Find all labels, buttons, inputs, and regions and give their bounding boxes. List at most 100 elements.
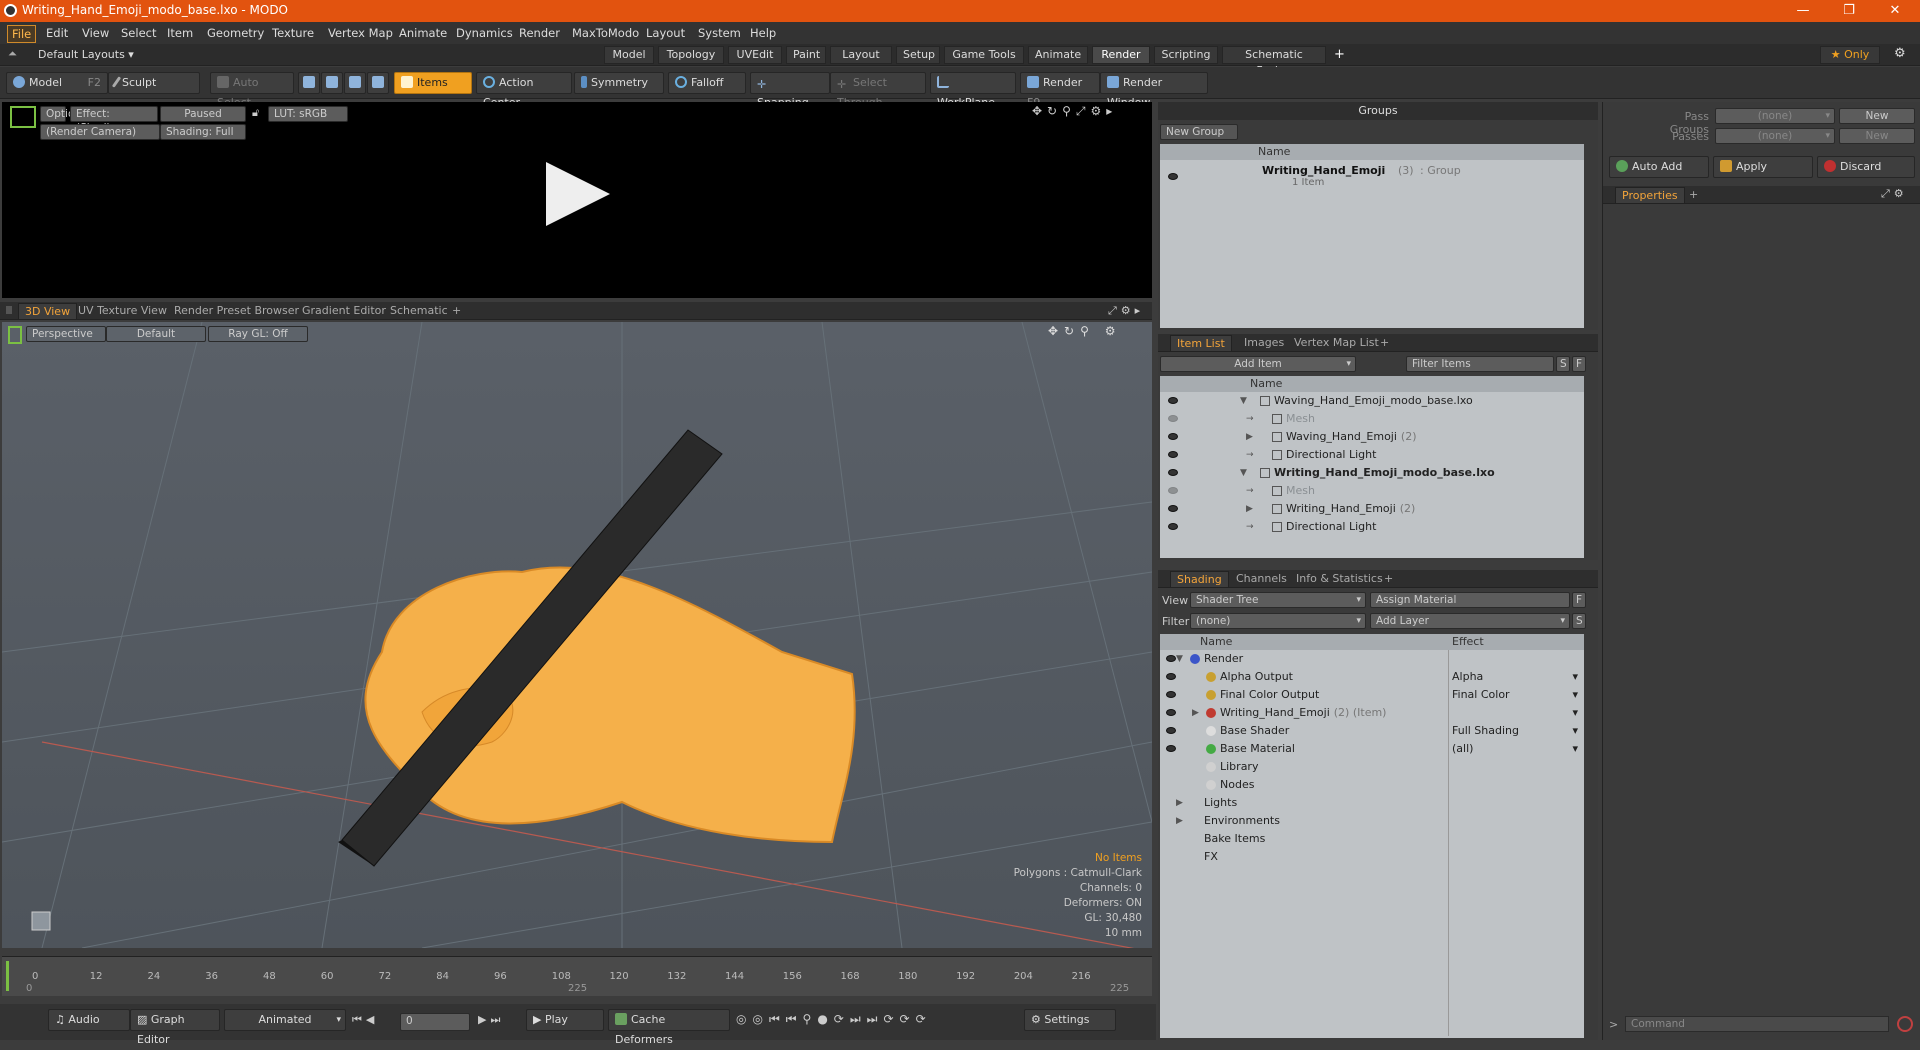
filter-items-input[interactable]: Filter Items [1406, 356, 1554, 372]
expand-arrow-icon[interactable]: ▼ [1240, 392, 1247, 410]
properties-panel-icons[interactable]: ⤢⚙ [1881, 187, 1908, 201]
tab-uv-texture-view[interactable]: UV Texture View [72, 303, 173, 319]
layout-collapse-icon[interactable]: ⏶ [8, 47, 17, 61]
pass-groups-dropdown[interactable]: (none) [1715, 108, 1835, 124]
expand-arrow-icon[interactable]: → [1246, 446, 1254, 464]
snapping-button[interactable]: ✛Snapping [750, 72, 830, 109]
group-name[interactable]: Writing_Hand_Emoji [1262, 164, 1385, 177]
new-pass-button[interactable]: New [1839, 128, 1915, 144]
add-itemlist-tab-button[interactable]: + [1374, 335, 1395, 351]
menu-select[interactable]: Select [117, 25, 160, 41]
discard-button[interactable]: Discard [1817, 156, 1915, 178]
polygons-mode-button[interactable] [344, 72, 366, 94]
render-window-button[interactable]: Render Window [1100, 72, 1208, 109]
maximize-button[interactable]: ❐ [1826, 0, 1872, 22]
eye-icon[interactable] [1166, 691, 1176, 698]
symmetry-button[interactable]: Symmetry [574, 72, 664, 94]
viewport-menu-icon[interactable] [6, 306, 12, 314]
eye-icon[interactable] [1166, 745, 1176, 752]
tab-shading[interactable]: Shading [1170, 571, 1229, 587]
view-dropdown[interactable]: Shader Tree [1190, 592, 1366, 608]
auto-select-button[interactable]: Auto Select [210, 72, 294, 109]
menu-vertex-map[interactable]: Vertex Map [324, 25, 397, 41]
menu-texture[interactable]: Texture [268, 25, 318, 41]
itemlist-f-button[interactable]: F [1572, 356, 1586, 372]
menu-maxtomodo[interactable]: MaxToModo [568, 25, 643, 41]
passes-dropdown[interactable]: (none) [1715, 128, 1835, 144]
default-layouts-dropdown[interactable]: Default Layouts ▾ [38, 48, 134, 61]
options-button[interactable]: Options [40, 106, 87, 122]
tab-game-tools[interactable]: Game Tools [944, 46, 1024, 64]
shader-row[interactable]: Nodes [1160, 776, 1584, 794]
frame-input[interactable]: 0 [400, 1013, 470, 1031]
perspective-dropdown[interactable]: Perspective [26, 326, 106, 342]
viewport-nav-icons[interactable]: ✥↻⚲ ⚙ [1048, 324, 1121, 338]
select-through-button[interactable]: ✛Select Through [830, 72, 926, 109]
vertices-mode-button[interactable] [298, 72, 320, 94]
only-toggle[interactable]: ★ Only [1820, 46, 1880, 64]
raygl-dropdown[interactable]: Ray GL: Off [208, 326, 308, 342]
key-tools-icons[interactable]: ◎◎⏮⏮⚲●⟳⏭⏭⟳⟳⟳ [736, 1012, 932, 1027]
eye-icon[interactable] [1168, 487, 1178, 494]
expand-arrow-icon[interactable]: → [1246, 410, 1254, 428]
command-input[interactable]: Command [1625, 1016, 1889, 1032]
tab-info-statistics[interactable]: Info & Statistics [1290, 571, 1389, 587]
eye-icon[interactable] [1166, 673, 1176, 680]
graph-editor-button[interactable]: ▨ Graph Editor [130, 1009, 220, 1046]
eye-icon[interactable] [1168, 451, 1178, 458]
cache-deformers-button[interactable]: Cache Deformers [608, 1009, 730, 1046]
menu-geometry[interactable]: Geometry [203, 25, 268, 41]
expand-arrow-icon[interactable]: ▶ [1176, 794, 1183, 812]
eye-icon[interactable] [1168, 505, 1178, 512]
sculpt-button[interactable]: Sculpt [108, 72, 200, 94]
action-center-button[interactable]: Action Center [476, 72, 572, 109]
tab-layout[interactable]: Layout [830, 46, 892, 64]
shader-row[interactable]: FX [1160, 848, 1584, 866]
tab-setup[interactable]: Setup [896, 46, 940, 64]
tab-render[interactable]: Render [1092, 46, 1150, 64]
tab-render-preset-browser[interactable]: Render Preset Browser [168, 303, 305, 319]
materials-mode-button[interactable] [367, 72, 389, 94]
eye-icon[interactable] [1168, 415, 1178, 422]
tab-vertex-map-list[interactable]: Vertex Map List [1288, 335, 1385, 351]
new-pass-group-button[interactable]: New [1839, 108, 1915, 124]
eye-icon[interactable] [1166, 655, 1176, 662]
apply-button[interactable]: Apply [1713, 156, 1813, 178]
falloff-button[interactable]: Falloff [668, 72, 746, 94]
shading-dropdown[interactable]: Shading: Full [160, 124, 246, 140]
timeline[interactable]: 0 12 24 36 48 60 72 84 96 108 120 132 144 156 168 180 19… [2, 956, 1152, 996]
new-group-button[interactable]: New Group [1160, 124, 1238, 140]
expand-arrow-icon[interactable]: ▶ [1246, 500, 1253, 518]
eye-icon[interactable] [1166, 709, 1176, 716]
expand-arrow-icon[interactable]: ▶ [1192, 704, 1199, 722]
paused-button[interactable]: Paused [160, 106, 246, 122]
shader-row[interactable]: Final Color Output Final Color ▾ [1160, 686, 1584, 704]
shader-row[interactable]: Base Shader Full Shading ▾ [1160, 722, 1584, 740]
shader-tree[interactable]: Name Effect ▼ Render Alpha Output Alpha ▾ Fin… [1160, 634, 1584, 1038]
eye-icon[interactable] [1168, 433, 1178, 440]
expand-arrow-icon[interactable]: → [1246, 518, 1254, 536]
tab-paint[interactable]: Paint [786, 46, 826, 64]
expand-arrow-icon[interactable]: → [1246, 482, 1254, 500]
list-item[interactable]: ▶ Writing_Hand_Emoji (2) [1160, 500, 1584, 518]
menu-file[interactable]: File [7, 25, 37, 43]
effect-dropdown[interactable]: Effect: (Shadi... [70, 106, 158, 134]
menu-view[interactable]: View [78, 25, 113, 41]
add-shading-tab-button[interactable]: + [1378, 571, 1399, 587]
shader-row[interactable]: Bake Items [1160, 830, 1584, 848]
add-viewport-tab-button[interactable]: + [446, 303, 467, 319]
tab-3d-view[interactable]: 3D View [18, 303, 78, 319]
list-item[interactable]: → Directional Light [1160, 518, 1584, 536]
3d-viewport[interactable]: Perspective Default Ray GL: Off ✥↻⚲ ⚙ No… [2, 322, 1152, 948]
list-item[interactable]: ▼ Waving_Hand_Emoji_modo_base.lxo [1160, 392, 1584, 410]
eye-icon[interactable] [1166, 727, 1176, 734]
menu-item[interactable]: Item [163, 25, 197, 41]
render-button[interactable]: Render F9 [1020, 72, 1100, 109]
expand-arrow-icon[interactable]: ▼ [1176, 650, 1183, 668]
minimize-button[interactable]: — [1780, 0, 1826, 22]
audio-button[interactable]: ♫ Audio [48, 1009, 130, 1031]
expand-arrow-icon[interactable]: ▶ [1176, 812, 1183, 830]
list-item[interactable]: ▶ Waving_Hand_Emoji (2) [1160, 428, 1584, 446]
camera-dropdown[interactable]: (Render Camera) [40, 124, 160, 140]
filter-dropdown[interactable]: (none) [1190, 613, 1366, 629]
